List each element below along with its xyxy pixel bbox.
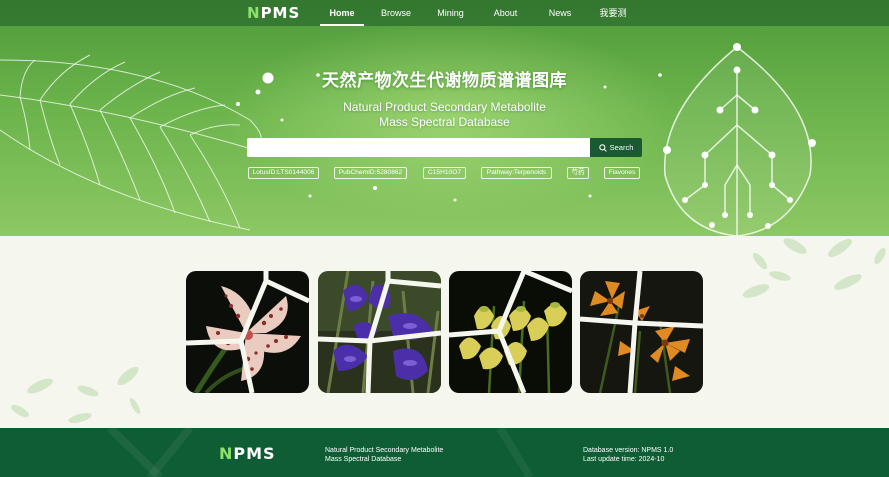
footer-description: Natural Product Secondary Metabolite Mas… — [325, 446, 443, 464]
footer-logo-rest: PMS — [233, 444, 276, 463]
gallery-tile-2[interactable] — [318, 271, 441, 393]
nav-test-request[interactable]: 我要测 — [582, 0, 644, 26]
nav-about[interactable]: About — [473, 0, 538, 26]
hero-title-english-line2: Mass Spectral Database — [379, 115, 510, 129]
purple-iris-image — [318, 271, 441, 393]
falling-leaves-decoration — [11, 238, 886, 423]
gallery-tile-3[interactable] — [449, 271, 572, 393]
footer-watermark — [107, 428, 534, 477]
logo-text-rest: PMS — [260, 4, 301, 22]
footer-logo[interactable]: NPMS — [219, 445, 276, 463]
search-input[interactable] — [247, 138, 590, 157]
example-chip-formula[interactable]: C15H10O7 — [423, 167, 466, 179]
example-chip-peony[interactable]: 芍药 — [567, 167, 589, 179]
nav-menu: Home Browse Mining About News 我要测 — [320, 0, 644, 26]
nav-home[interactable]: Home — [320, 0, 364, 26]
example-chip-flavones[interactable]: Flavones — [604, 167, 640, 179]
example-chip-pathway[interactable]: Pathway:Terpenoids — [481, 167, 552, 179]
nav-news[interactable]: News — [538, 0, 582, 26]
last-update-time: Last update time: 2024-10 — [583, 456, 665, 463]
gallery-tile-4[interactable] — [580, 271, 703, 393]
footer-db-info: Database version: NPMS 1.0 Last update t… — [583, 446, 673, 464]
yellow-bell-flower-image — [449, 271, 572, 393]
top-navbar: NPMS Home Browse Mining About News 我要测 — [0, 0, 889, 26]
database-version: Database version: NPMS 1.0 — [583, 447, 674, 454]
npms-logo[interactable]: NPMS — [247, 4, 300, 22]
example-chip-pubchemid[interactable]: PubChemID:5280862 — [334, 167, 407, 179]
search-icon — [598, 143, 607, 152]
gallery-tile-1[interactable] — [186, 271, 309, 393]
site-footer: NPMS Natural Product Secondary Metabolit… — [0, 428, 889, 477]
hero-title-chinese: 天然产物次生代谢物质谱谱图库 — [322, 71, 567, 91]
hero-banner: NPMS Home Browse Mining About News 我要测 天… — [0, 0, 889, 236]
footer-desc-line1: Natural Product Secondary Metabolite — [325, 447, 444, 454]
search-button-label: Search — [609, 143, 634, 152]
search-button[interactable]: Search — [590, 138, 642, 157]
gallery-section — [0, 236, 889, 428]
nav-browse[interactable]: Browse — [364, 0, 428, 26]
orange-lily-image — [580, 271, 703, 393]
footer-desc-line2: Mass Spectral Database — [325, 456, 402, 463]
spotted-orchid-image — [186, 271, 309, 393]
nav-mining[interactable]: Mining — [428, 0, 473, 26]
hero-title-english: Natural Product Secondary Metabolite Mas… — [0, 100, 889, 130]
hero-title-english-line1: Natural Product Secondary Metabolite — [343, 100, 546, 114]
example-chip-lotusid[interactable]: LotusID:LTS0144006 — [248, 167, 319, 179]
